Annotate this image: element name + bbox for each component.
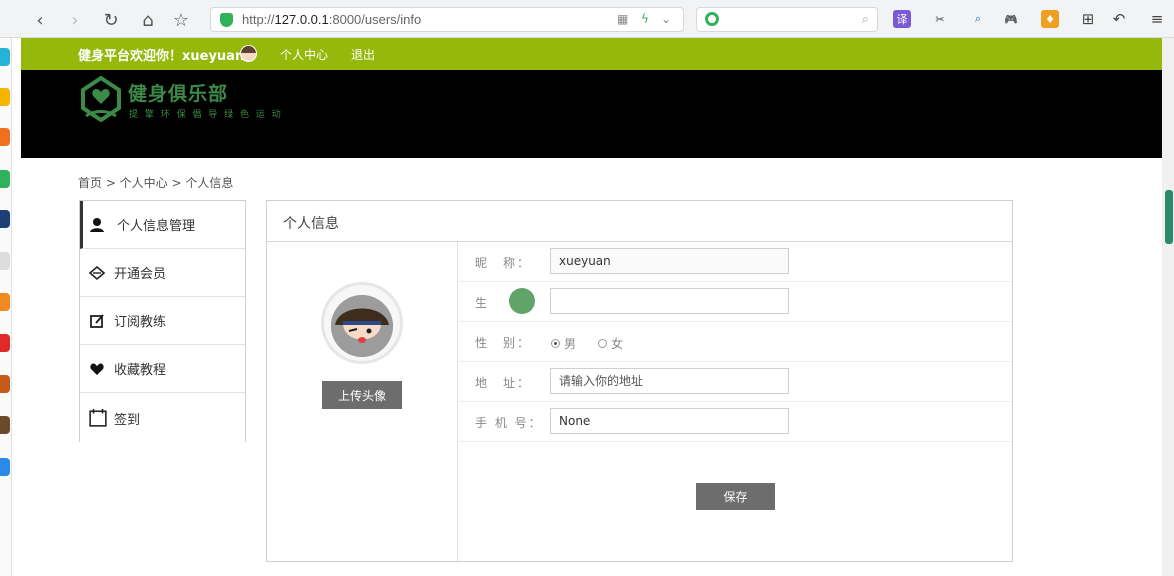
back-icon[interactable]: ‹ [28,8,52,32]
gem-icon [89,265,105,280]
translate-icon[interactable]: 译 [893,10,911,28]
bookmark-star-icon[interactable]: ☆ [169,8,193,32]
shield-ext-icon[interactable]: ♦ [1041,10,1059,28]
app-icon[interactable] [0,48,10,66]
undo-icon[interactable]: ↶ [1110,10,1128,28]
logo-icon [81,76,121,122]
sidebar-item-profile[interactable]: 个人信息管理 [80,201,245,249]
grid-icon[interactable]: ⊞ [1079,10,1097,28]
lightning-icon[interactable]: ϟ [641,12,649,26]
magnifier-icon[interactable]: ⌕ [969,10,987,28]
radio-unchecked-icon [598,339,607,348]
sidebar-item-label: 开通会员 [114,267,167,282]
panel-header: 个人信息 [267,201,1012,242]
side-app-strip [0,38,12,576]
page-scrollbar[interactable] [1162,38,1174,576]
gender-female-radio[interactable]: 女 [598,335,623,352]
gender-female-label: 女 [611,337,624,351]
qr-icon[interactable]: ▦ [617,12,628,26]
personal-center-link[interactable]: 个人中心 [280,46,328,63]
sidebar-item-checkin[interactable]: 签到 [80,393,245,443]
nickname-field[interactable] [550,248,789,274]
logout-link[interactable]: 退出 [351,46,375,63]
nickname-row: 昵 称： [459,242,1012,282]
avatar-face-icon [331,295,393,357]
sidebar-item-label: 订阅教练 [114,315,167,330]
url-path: :8000/users/info [328,12,422,27]
birthday-field[interactable] [550,288,789,314]
sidebar-item-label: 收藏教程 [114,363,167,378]
app-icon[interactable] [0,128,10,146]
search-input[interactable]: ⌕ [696,7,878,32]
url-text[interactable]: http://127.0.0.1:8000/users/info [242,12,421,27]
logo-title: 健身俱乐部 [128,83,229,105]
secure-shield-icon [220,13,233,27]
heart-icon [90,362,104,375]
search-icon[interactable]: ⌕ [862,12,869,27]
user-icon [90,217,104,232]
sidebar-item-coach[interactable]: 订阅教练 [80,297,245,345]
breadcrumb: 首页 > 个人中心 > 个人信息 [78,176,234,190]
address-bar[interactable]: http://127.0.0.1:8000/users/info ▦ ϟ ⌄ [210,7,684,32]
gender-row: 性 别： 男 女 [459,322,1012,362]
sidebar-item-membership[interactable]: 开通会员 [80,249,245,297]
app-icon[interactable] [0,416,10,434]
url-scheme: http:// [242,12,275,27]
gender-male-radio[interactable]: 男 [551,335,576,352]
gender-label: 性 别： [475,336,532,350]
web-page: 健身平台欢迎你！xueyuan 个人中心 退出 健身俱乐部 提 擎 环 保 倡 … [21,38,1162,576]
profile-avatar [321,282,403,364]
chevron-down-icon[interactable]: ⌄ [661,12,671,26]
reload-icon[interactable]: ↻ [99,8,123,32]
radio-checked-icon [551,339,560,348]
home-icon[interactable]: ⌂ [136,8,160,32]
avatar[interactable] [240,45,257,62]
scissors-icon[interactable]: ✂ [931,10,949,28]
app-icon[interactable] [0,458,10,476]
app-icon[interactable] [0,210,10,228]
avatar-column: 上传头像 [267,242,458,561]
sidebar-item-label: 签到 [114,412,141,428]
sidebar-menu: 个人信息管理 开通会员 订阅教练 收藏教程 签到 [79,200,246,442]
edit-icon [90,313,104,328]
site-topbar: 健身平台欢迎你！xueyuan 个人中心 退出 [21,38,1162,70]
sidebar-item-favorites[interactable]: 收藏教程 [80,345,245,393]
logo-subtitle: 提 擎 环 保 倡 导 绿 色 运 动 [129,110,283,120]
upload-avatar-button[interactable]: 上传头像 [322,381,402,409]
nickname-label: 昵 称： [475,256,532,270]
cursor-highlight-icon [509,288,535,314]
phone-row: 手 机 号： [459,402,1012,442]
calendar-icon [89,409,107,427]
profile-panel: 个人信息 上传头像 昵 称： xueyuan 生 性 别： 男 女 地 址： 请… [266,200,1013,562]
game-icon[interactable]: 🎮 [1002,10,1020,28]
address-label: 地 址： [475,376,532,390]
app-icon[interactable] [0,88,10,106]
gender-male-label: 男 [564,337,577,351]
url-host: 127.0.0.1 [274,12,329,27]
scrollbar-thumb[interactable] [1165,190,1173,244]
menu-icon[interactable]: ≡ [1148,10,1166,28]
address-field[interactable] [550,368,789,394]
browser-toolbar: ‹ › ↻ ⌂ ☆ http://127.0.0.1:8000/users/in… [0,0,1174,38]
birthday-row: 生 [459,282,1012,322]
panel-title: 个人信息 [283,216,339,232]
phone-field[interactable] [550,408,789,434]
app-icon[interactable] [0,170,10,188]
sidebar-item-label: 个人信息管理 [117,219,196,234]
search-engine-icon [705,12,719,26]
phone-label: 手 机 号： [475,416,543,430]
app-icon[interactable] [0,293,10,311]
app-icon[interactable] [0,252,10,270]
app-icon[interactable] [0,334,10,352]
address-row: 地 址： [459,362,1012,402]
welcome-text: 健身平台欢迎你！xueyuan [78,49,245,64]
app-icon[interactable] [0,375,10,393]
site-banner: 健身俱乐部 提 擎 环 保 倡 导 绿 色 运 动 [21,70,1162,158]
birthday-label: 生 [475,296,490,310]
forward-icon[interactable]: › [63,8,87,32]
save-button[interactable]: 保存 [696,483,775,510]
